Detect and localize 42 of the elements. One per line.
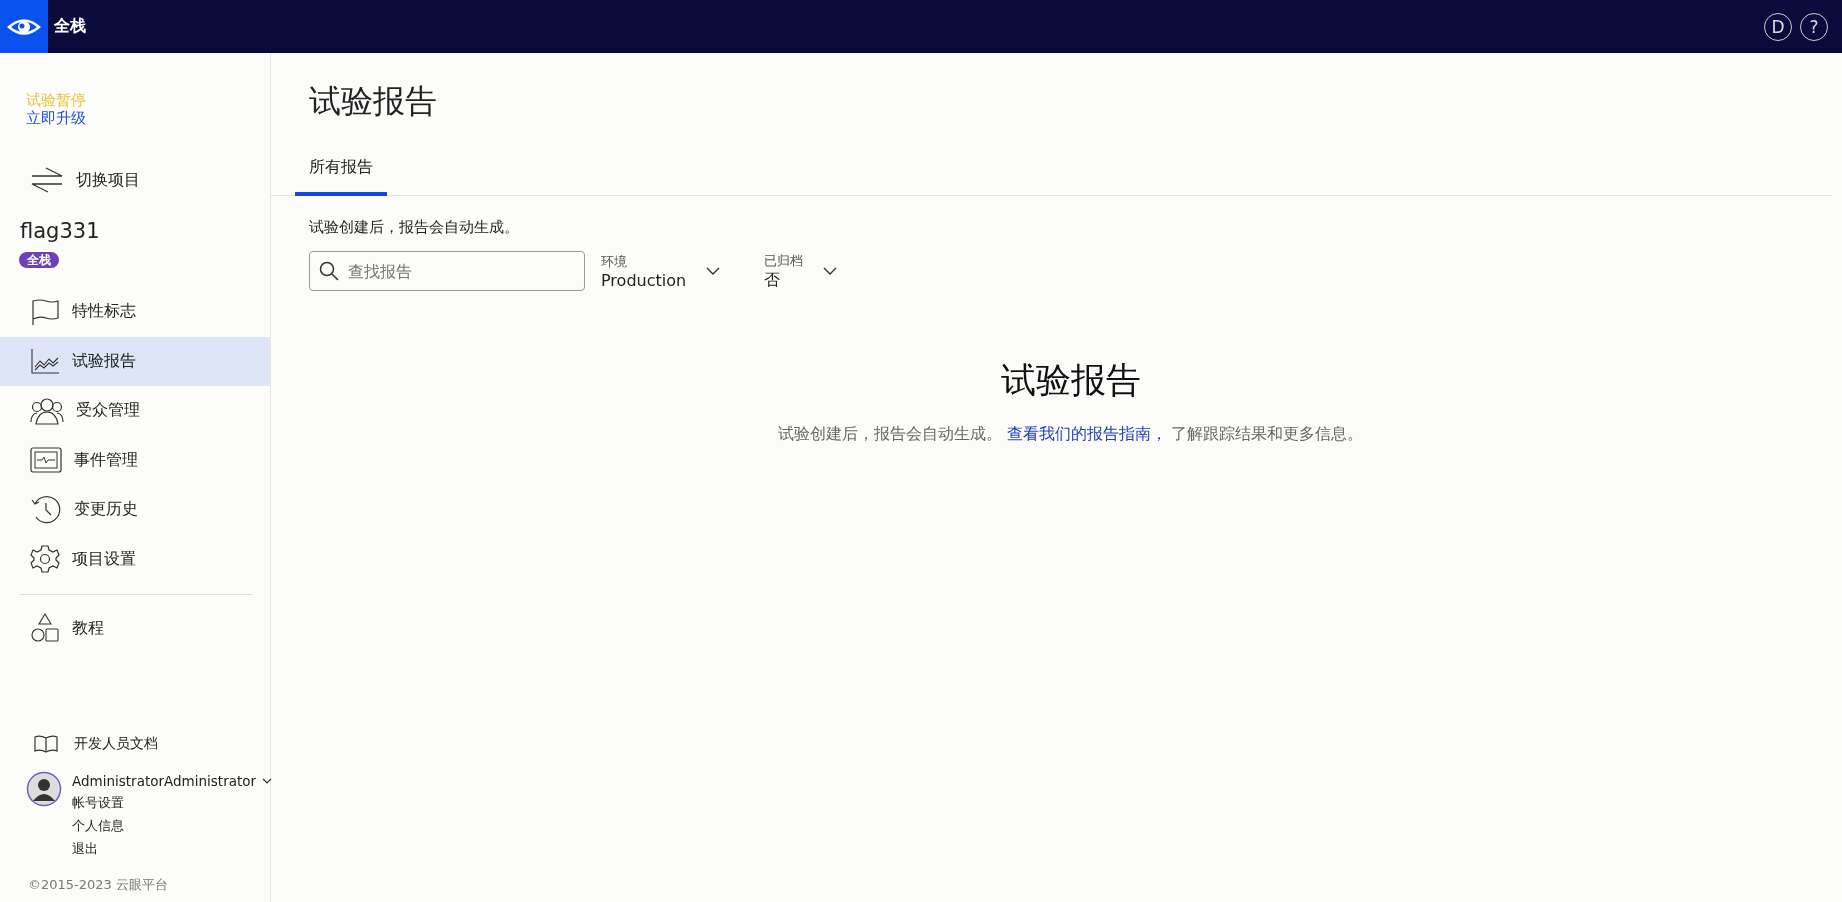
brand-name: 全栈 xyxy=(54,16,86,37)
upgrade-link[interactable]: 立即升级 xyxy=(26,109,270,127)
project-name: flag331 xyxy=(20,219,101,243)
nav-item[interactable]: 特性标志 xyxy=(0,287,270,337)
copyright: ©2015-2023 云眼平台 xyxy=(28,876,169,894)
nav-item[interactable]: 项目设置 xyxy=(0,534,270,584)
nav-item[interactable]: 受众管理 xyxy=(0,386,270,436)
settings-icon xyxy=(30,544,60,575)
switch-project-link[interactable]: 切换项目 xyxy=(76,169,140,191)
report-guide-link[interactable]: 查看我们的报告指南， xyxy=(1006,425,1167,443)
tab[interactable]: 所有报告 xyxy=(295,157,387,196)
user-menu-link[interactable]: 退出 xyxy=(72,837,273,860)
user-name[interactable]: AdministratorAdministrator xyxy=(72,771,257,791)
empty-state-title: 试验报告 xyxy=(1000,359,1141,402)
flag-icon xyxy=(30,297,60,326)
avatar-icon[interactable] xyxy=(26,771,62,807)
search-icon xyxy=(319,261,339,281)
docs-link[interactable]: 开发人员文档 xyxy=(0,735,270,753)
line-chart-icon xyxy=(30,347,60,376)
history-clock-icon xyxy=(30,494,62,525)
empty-state-text: 试验创建后，报告会自动生成。 查看我们的报告指南， 了解跟踪结果和更多信息。 xyxy=(777,424,1364,445)
page-title: 试验报告 xyxy=(309,81,438,121)
switch-arrows-icon[interactable] xyxy=(30,165,64,195)
user-menu-link[interactable]: 帐号设置 xyxy=(72,791,273,814)
description-text: 试验创建后，报告会自动生成。 xyxy=(309,218,520,237)
people-icon xyxy=(30,396,64,425)
chevron-down-icon[interactable] xyxy=(262,778,273,784)
monitor-pulse-icon xyxy=(30,446,62,475)
shapes-icon xyxy=(30,613,60,643)
chevron-down-icon xyxy=(823,267,838,275)
nav-item[interactable]: 试验报告 xyxy=(0,336,270,386)
nav-item[interactable]: 事件管理 xyxy=(0,435,270,485)
filter-dropdown[interactable]: 已归档 否 xyxy=(764,251,838,291)
book-icon xyxy=(34,735,58,753)
chevron-down-icon xyxy=(706,267,721,275)
user-menu-link[interactable]: 个人信息 xyxy=(72,814,273,837)
filter-dropdown[interactable]: 环境 Production xyxy=(601,252,721,290)
trial-status: 试验暂停 xyxy=(26,91,87,109)
nav-item[interactable]: 变更历史 xyxy=(0,485,270,535)
tutorial-link[interactable]: 教程 xyxy=(0,603,270,653)
project-badge: 全栈 xyxy=(19,252,59,268)
search-field[interactable]: 查找报告 xyxy=(309,251,585,291)
